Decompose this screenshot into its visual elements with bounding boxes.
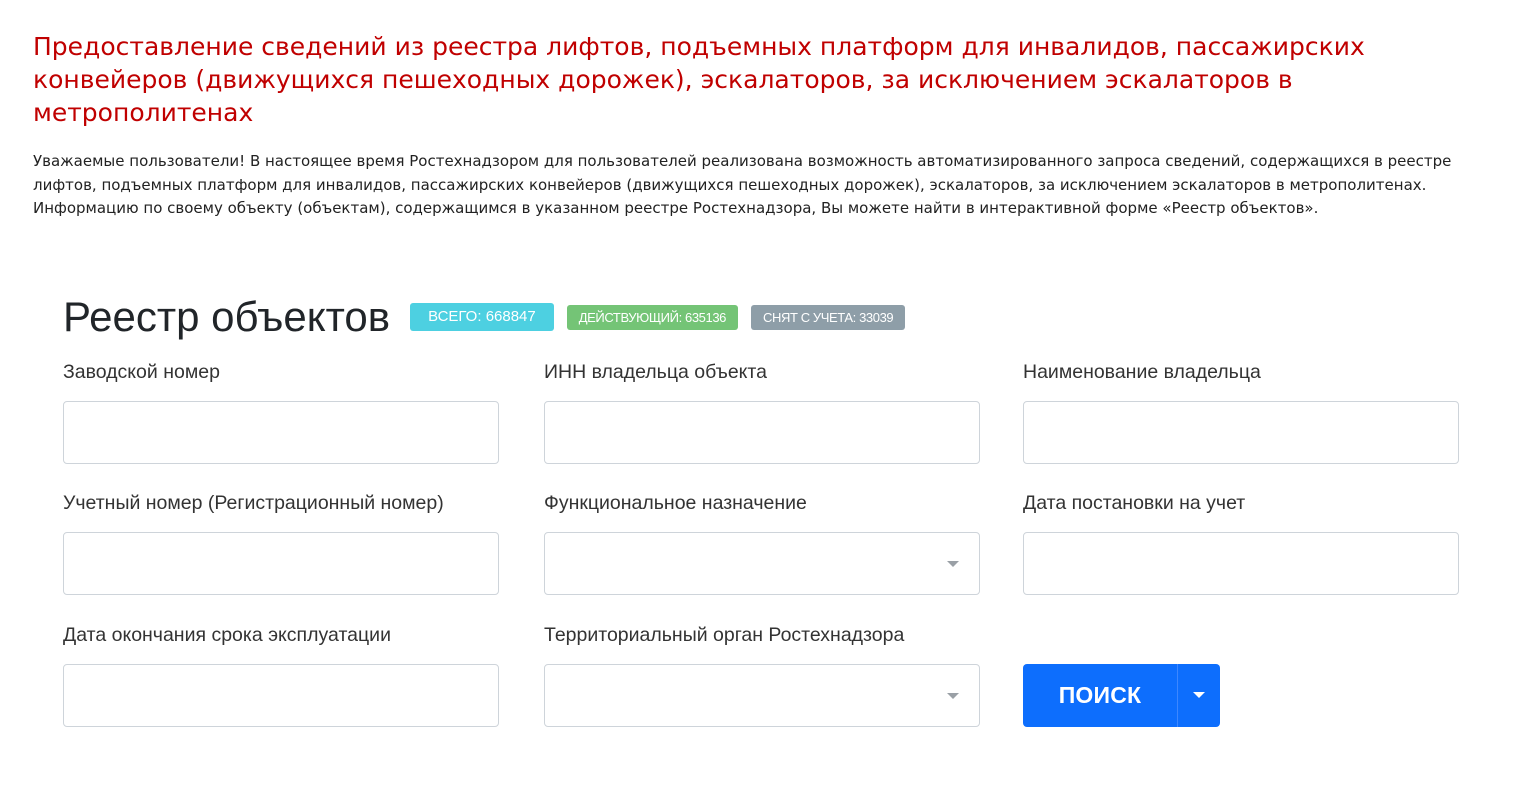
- caret-down-icon: [947, 693, 959, 699]
- functional-purpose-select[interactable]: [544, 532, 980, 595]
- territorial-body-field: Территориальный орган Ростехнадзора: [544, 623, 980, 727]
- owner-name-field: Наименование владельца: [1023, 360, 1459, 464]
- search-options-toggle[interactable]: [1177, 664, 1220, 727]
- registration-date-input[interactable]: [1023, 532, 1459, 595]
- serial-number-field: Заводской номер: [63, 360, 499, 464]
- removed-count-badge: СНЯТ С УЧЕТА: 33039: [750, 304, 906, 330]
- search-button[interactable]: ПОИСК: [1023, 664, 1177, 727]
- owner-inn-label: ИНН владельца объекта: [544, 361, 767, 383]
- total-count-badge: ВСЕГО: 668847: [410, 303, 554, 331]
- functional-purpose-field: Функциональное назначение: [544, 491, 980, 595]
- registration-date-label: Дата постановки на учет: [1023, 492, 1246, 514]
- owner-name-label: Наименование владельца: [1023, 361, 1261, 383]
- active-count-badge: ДЕЙСТВУЮЩИЙ: 635136: [566, 304, 738, 330]
- owner-inn-field: ИНН владельца объекта: [544, 360, 980, 464]
- serial-number-input[interactable]: [63, 401, 499, 464]
- search-button-group: ПОИСК: [1023, 664, 1220, 727]
- registration-number-field: Учетный номер (Регистрационный номер): [63, 491, 499, 595]
- registry-header: Реестр объектов ВСЕГО: 668847 ДЕЙСТВУЮЩИ…: [63, 290, 1463, 344]
- functional-purpose-label: Функциональное назначение: [544, 492, 807, 514]
- registration-date-field: Дата постановки на учет: [1023, 491, 1459, 595]
- serial-number-label: Заводской номер: [63, 361, 220, 383]
- owner-inn-input[interactable]: [544, 401, 980, 464]
- page-title: Предоставление сведений из реестра лифто…: [33, 32, 1365, 127]
- owner-name-input[interactable]: [1023, 401, 1459, 464]
- registry-section: Реестр объектов ВСЕГО: 668847 ДЕЙСТВУЮЩИ…: [63, 290, 1463, 727]
- territorial-body-select[interactable]: [544, 664, 980, 727]
- service-end-date-field: Дата окончания срока эксплуатации: [63, 623, 499, 727]
- caret-down-icon: [947, 561, 959, 567]
- registration-number-label: Учетный номер (Регистрационный номер): [63, 492, 444, 514]
- territorial-body-label: Территориальный орган Ростехнадзора: [544, 624, 905, 646]
- registration-number-input[interactable]: [63, 532, 499, 595]
- intro-text: Уважаемые пользователи! В настоящее врем…: [33, 152, 1452, 217]
- service-end-date-label: Дата окончания срока эксплуатации: [63, 624, 391, 646]
- service-end-date-input[interactable]: [63, 664, 499, 727]
- caret-down-icon: [1193, 692, 1205, 698]
- registry-title: Реестр объектов: [63, 293, 391, 340]
